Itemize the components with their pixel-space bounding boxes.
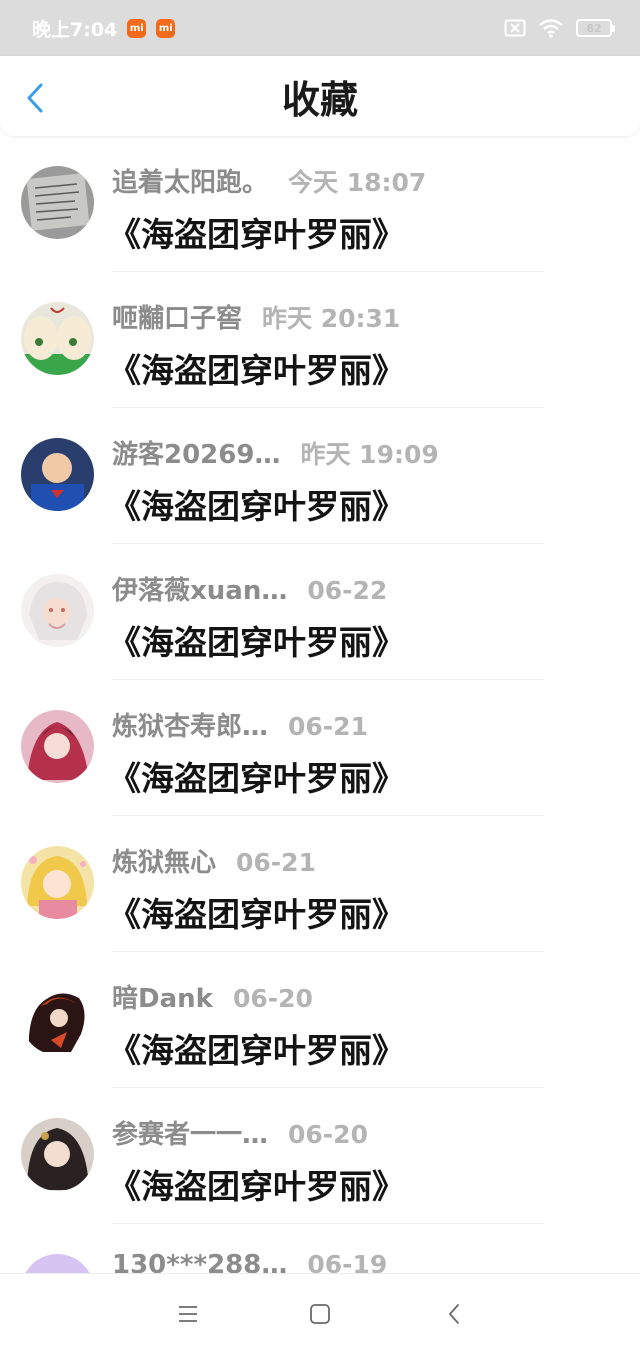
item-meta: 炼狱無心 06-21 [112, 842, 316, 879]
item-title[interactable]: 《海盗团穿叶罗丽》 [108, 1160, 405, 1208]
username[interactable]: 参赛者一一… [112, 1114, 268, 1151]
username[interactable]: 追着太阳跑。 [112, 162, 268, 199]
list-item[interactable]: 咂黼口子窖 昨天 20:31 《海盗团穿叶罗丽》 [0, 272, 640, 408]
username[interactable]: 咂黼口子窖 [112, 298, 242, 335]
avatar[interactable] [21, 846, 94, 919]
home-icon [310, 1304, 330, 1324]
username[interactable]: 炼狱無心 [112, 842, 216, 879]
avatar[interactable] [21, 166, 94, 239]
page-header: 收藏 [0, 56, 640, 136]
item-title[interactable]: 《海盗团穿叶罗丽》 [108, 1024, 405, 1072]
wifi-icon [539, 19, 563, 38]
back-nav-icon [449, 1304, 459, 1324]
timestamp: 06-20 [232, 984, 313, 1013]
timestamp: 昨天 19:09 [300, 440, 439, 469]
list-item[interactable]: 追着太阳跑。 今天 18:07 《海盗团穿叶罗丽》 [0, 136, 640, 272]
timestamp: 06-21 [236, 848, 316, 877]
avatar[interactable] [21, 1118, 94, 1191]
item-title[interactable]: 《海盗团穿叶罗丽》 [108, 616, 405, 664]
timestamp: 06-21 [288, 712, 368, 741]
avatar[interactable] [21, 574, 94, 647]
avatar[interactable] [21, 982, 94, 1055]
item-title[interactable]: 《海盗团穿叶罗丽》 [108, 752, 405, 800]
system-nav-bar [0, 1273, 640, 1351]
item-meta: 咂黼口子窖 昨天 20:31 [112, 298, 400, 335]
item-meta: 暗Dank 06-20 [112, 978, 313, 1015]
menu-button[interactable] [174, 1300, 202, 1328]
item-meta: 追着太阳跑。 今天 18:07 [112, 162, 426, 199]
timestamp: 06-20 [288, 1120, 368, 1149]
avatar[interactable] [21, 302, 94, 375]
chevron-left-icon [27, 83, 43, 113]
item-title[interactable]: 《海盗团穿叶罗丽》 [108, 480, 405, 528]
avatar[interactable] [21, 438, 94, 511]
item-title[interactable]: 《海盗团穿叶罗丽》 [108, 344, 405, 392]
item-meta: 伊落薇xuan… 06-22 [112, 570, 387, 607]
timestamp: 昨天 20:31 [262, 304, 401, 333]
list-item[interactable]: 炼狱杏寿郎… 06-21 《海盗团穿叶罗丽》 [0, 680, 640, 816]
back-nav-button[interactable] [440, 1300, 468, 1328]
username[interactable]: 暗Dank [112, 978, 213, 1015]
item-title[interactable]: 《海盗团穿叶罗丽》 [108, 208, 405, 256]
back-button[interactable] [20, 80, 50, 116]
username[interactable]: 炼狱杏寿郎… [112, 706, 268, 743]
item-meta: 游客20269… 昨天 19:09 [112, 434, 439, 471]
mi-app-icon: mi [127, 18, 147, 38]
mi-app-icon: mi [156, 18, 176, 38]
no-sim-icon [504, 19, 526, 37]
username[interactable]: 游客20269… [112, 434, 280, 471]
item-meta: 炼狱杏寿郎… 06-21 [112, 706, 368, 743]
home-button[interactable] [306, 1300, 334, 1328]
battery-icon: 82 [576, 19, 615, 37]
menu-icon [179, 1306, 197, 1322]
battery-percent: 82 [586, 21, 602, 35]
list-item[interactable]: 游客20269… 昨天 19:09 《海盗团穿叶罗丽》 [0, 408, 640, 544]
list-item[interactable]: 炼狱無心 06-21 《海盗团穿叶罗丽》 [0, 816, 640, 952]
status-time: 晚上7:04 [32, 18, 118, 41]
timestamp: 06-22 [307, 576, 388, 605]
item-title[interactable]: 《海盗团穿叶罗丽》 [108, 888, 405, 936]
status-bar: 晚上7:04 mi mi 82 [0, 0, 640, 56]
screen: 晚上7:04 mi mi 82 收藏 追着太阳跑。 今天 18:07 《海盗团穿… [0, 0, 640, 1351]
status-icons: 82 [504, 18, 615, 38]
list-item[interactable]: 伊落薇xuan… 06-22 《海盗团穿叶罗丽》 [0, 544, 640, 680]
avatar[interactable] [21, 710, 94, 783]
list-item[interactable]: 参赛者一一… 06-20 《海盗团穿叶罗丽》 [0, 1088, 640, 1224]
item-meta: 参赛者一一… 06-20 [112, 1114, 368, 1151]
page-title: 收藏 [281, 77, 358, 122]
username[interactable]: 伊落薇xuan… [112, 570, 287, 607]
timestamp: 今天 18:07 [288, 168, 427, 197]
list-item[interactable]: 暗Dank 06-20 《海盗团穿叶罗丽》 [0, 952, 640, 1088]
favorites-list: 追着太阳跑。 今天 18:07 《海盗团穿叶罗丽》 咂黼口子窖 昨天 20:31 [0, 136, 640, 1351]
